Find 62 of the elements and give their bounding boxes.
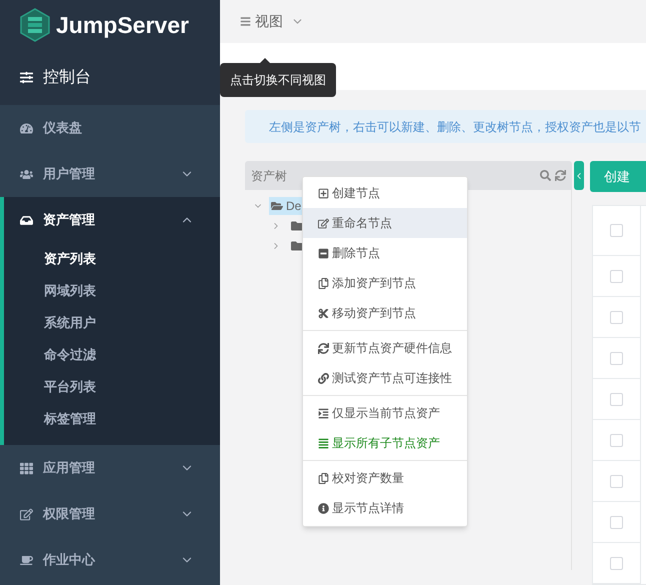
search-icon[interactable] [540,170,551,181]
menu-item[interactable]: 添加资产到节点 [303,268,467,298]
checkbox[interactable] [610,474,623,488]
logo-icon [20,8,50,42]
inbox-icon [20,214,33,226]
refresh-icon [318,342,329,354]
menu-item[interactable]: 显示节点详情 [303,493,467,523]
nav-item[interactable]: 资产管理 [4,197,220,243]
checkbox[interactable] [610,310,623,324]
checkbox[interactable] [610,556,623,570]
users-icon [20,168,33,180]
node-label: De [286,198,302,215]
nav-item[interactable]: 用户管理 [0,151,220,197]
tooltip: 点击切换不同视图 [220,63,336,97]
menu-item[interactable]: 移动资产到节点 [303,298,467,328]
nav-subitem[interactable]: 平台列表 [44,377,96,397]
grid-icon [20,462,33,474]
copy-icon [318,472,329,484]
checkbox[interactable] [610,352,623,364]
menu-item[interactable]: 创建节点 [303,178,467,208]
menu-item[interactable]: 测试资产节点可连接性 [303,363,467,393]
folder-icon [291,240,303,252]
sliders-icon [20,71,33,84]
menu-item[interactable]: 校对资产数量 [303,463,467,493]
nav-item[interactable]: 作业中心 [0,537,220,583]
nav-subitem[interactable]: 命令过滤 [44,345,96,365]
dashboard-icon [20,122,33,134]
nav-item[interactable]: 仪表盘 [0,105,220,151]
console-link[interactable]: 控制台 [43,66,91,90]
edit-icon [318,218,329,228]
checkbox[interactable] [610,270,623,282]
indent-icon [318,408,329,418]
menu-item[interactable]: 显示所有子节点资产 [303,428,467,458]
menu-item[interactable]: 删除节点 [303,238,467,268]
menu-icon [240,16,251,27]
scissors-icon [318,308,329,318]
checkbox[interactable] [610,434,623,446]
view-menu-button[interactable]: 视图 [240,10,304,32]
nav-item[interactable]: 权限管理 [0,491,220,537]
nav-subitem[interactable]: 资产列表 [44,249,96,269]
nav-item[interactable]: 应用管理 [0,445,220,491]
link-icon [318,372,329,384]
checkbox[interactable] [610,516,623,528]
refresh-icon[interactable] [555,170,566,181]
lines-icon [318,438,329,448]
menu-item[interactable]: 重命名节点 [303,208,467,238]
nav-subitem[interactable]: 标签管理 [44,409,96,429]
nav-subitem[interactable]: 网域列表 [44,281,96,301]
folder-icon [291,220,303,232]
collapse-tree-button[interactable] [574,161,584,190]
folder-open-icon [271,200,283,212]
copy-icon [318,278,329,288]
nav-subitem[interactable]: 系统用户 [44,313,96,333]
checkbox[interactable] [610,224,623,237]
menu-item[interactable]: 更新节点资产硬件信息 [303,333,467,363]
info-icon [318,502,329,514]
edit-icon [20,508,33,520]
coffee-cup-icon [20,554,33,566]
menu-item[interactable]: 仅显示当前节点资产 [303,398,467,428]
brand-name: JumpServer [56,10,189,40]
info-banner: 左侧是资产树，右击可以新建、删除、更改树节点，授权资产也是以节 [245,110,646,143]
checkbox[interactable] [610,392,623,406]
